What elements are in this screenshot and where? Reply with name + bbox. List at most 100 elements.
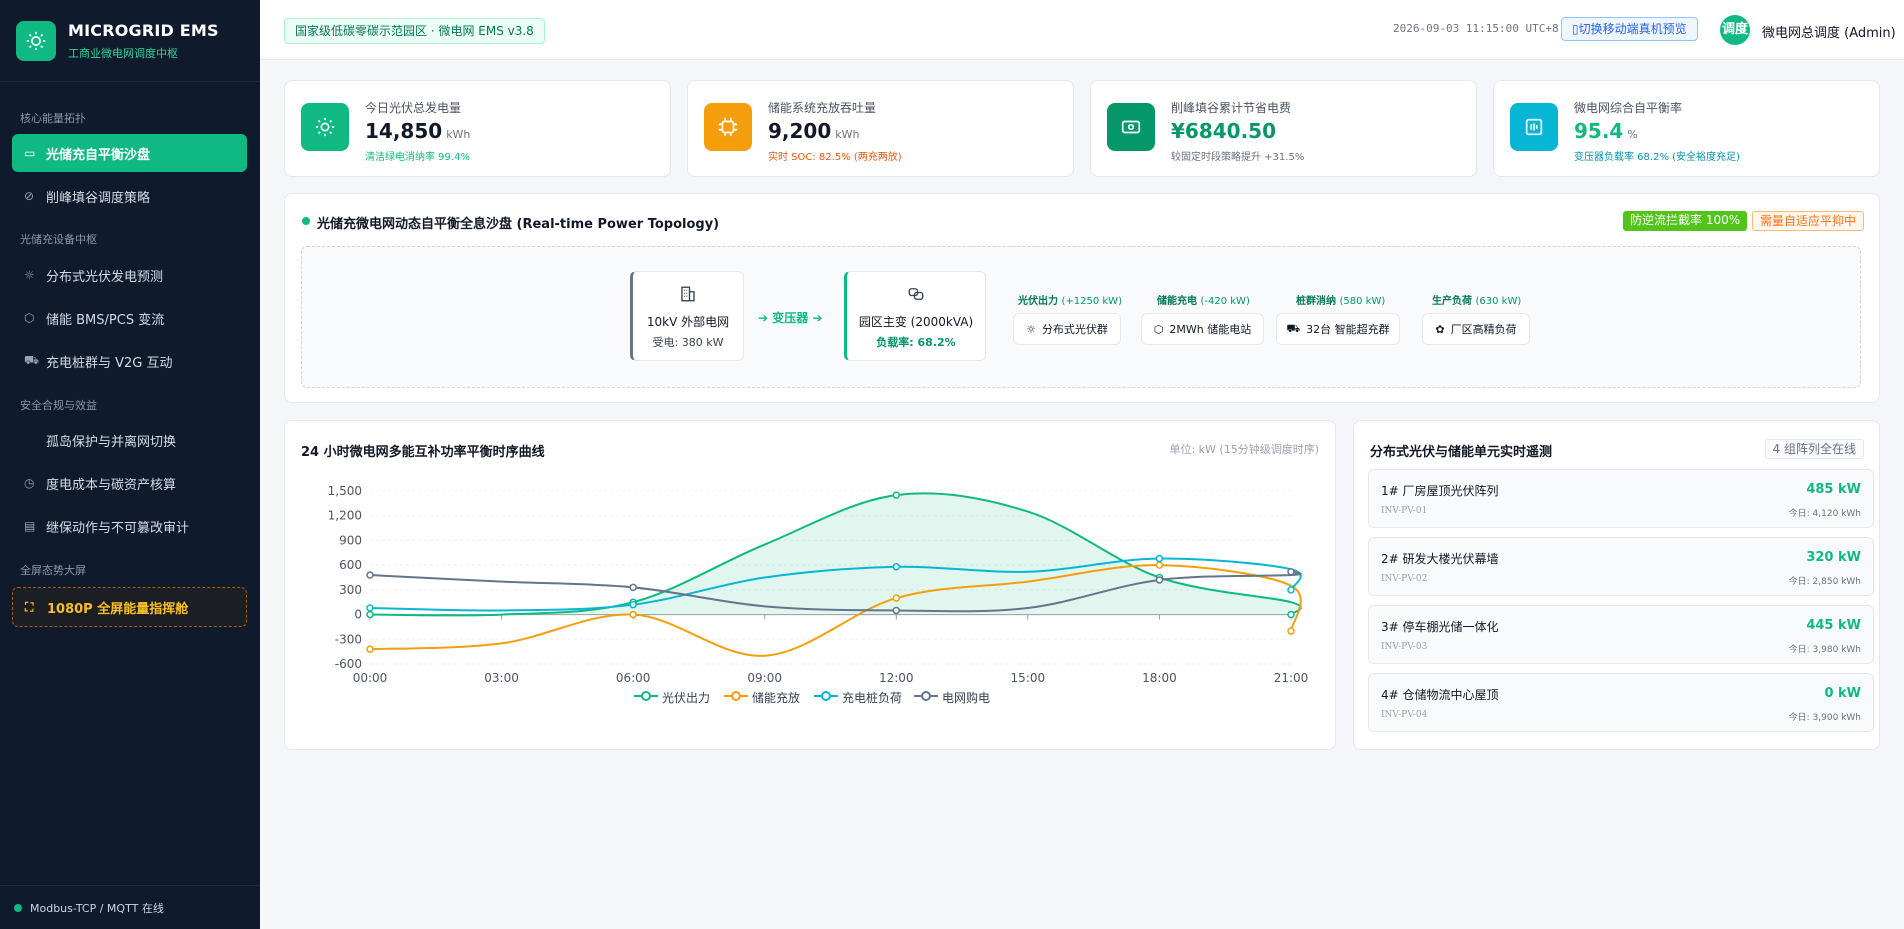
node-title: 10kV 外部电网	[646, 315, 730, 329]
sidebar-item-label: 削峰填谷调度策略	[46, 190, 151, 206]
live-dot-icon	[302, 217, 310, 225]
external-grid-node[interactable]: 10kV 外部电网 受电: 380 kW	[630, 271, 744, 361]
power-balance-chart[interactable]: 1,500 1,200 900 600 300 0 -300 -60000:00 03:00 06…	[285, 476, 1337, 736]
pv-today-energy: 今日: 2,850 kWh	[1788, 577, 1861, 587]
topology-panel: 光储充微电网动态自平衡全息沙盘 (Real-time Power Topolog…	[284, 193, 1880, 403]
link-icon	[847, 285, 985, 307]
chip-icon: ⬡	[24, 311, 35, 325]
pie-icon: ◷	[24, 476, 35, 490]
branch-label-pv: 光伏出力 (+1250 kW)	[1018, 296, 1122, 307]
list-item[interactable]: 4# 仓储物流中心屋顶 INV-PV-04 0 kW 今日: 3,900 kWh	[1368, 673, 1874, 732]
legend-item[interactable]: 光伏出力	[634, 689, 710, 706]
branch-pv-cluster[interactable]: ☼ 分布式光伏群	[1013, 313, 1121, 345]
topology-title: 光储充微电网动态自平衡全息沙盘 (Real-time Power Topolog…	[317, 217, 720, 232]
list-item[interactable]: 3# 停车棚光储一体化 INV-PV-03 445 kW 今日: 3,980 k…	[1368, 605, 1874, 664]
x-tick-label: 09:00	[747, 671, 782, 685]
sun-icon: ☼	[1026, 322, 1036, 336]
branch-factory-load[interactable]: ✿ 厂区高精负荷	[1422, 313, 1530, 345]
kpi-label: 削峰填谷累计节省电费	[1171, 101, 1292, 115]
pv-power: 320 kW	[1806, 550, 1861, 565]
legend-marker-icon	[634, 690, 658, 705]
sidebar-item-island-protection[interactable]: 孤岛保护与并离网切换	[12, 421, 247, 459]
sidebar-item-audit[interactable]: ▤ 继保动作与不可篡改审计	[12, 507, 247, 545]
pv-inverter-id: INV-PV-01	[1381, 506, 1428, 516]
kpi-subtext: 较固定时段策略提升 +31.5%	[1171, 152, 1305, 163]
series-area-0	[370, 493, 1301, 616]
sidebar-item-v2g[interactable]: ⛟ 充电桩群与 V2G 互动	[12, 342, 247, 380]
building-icon	[633, 285, 743, 307]
branch-label-storage: 储能充电 (-420 kW)	[1157, 296, 1250, 307]
branch-charger-cluster[interactable]: ⛟ 32台 智能超充群	[1276, 313, 1400, 345]
branch-storage-station[interactable]: ⬡ 2MWh 储能电站	[1141, 313, 1264, 345]
legend-label: 充电桩负荷	[842, 691, 903, 705]
main-transformer-node[interactable]: 园区主变 (2000kVA) 负载率: 68.2%	[844, 271, 986, 361]
sidebar-item-fullscreen-cockpit[interactable]: ⛶ 1080P 全屏能量指挥舱	[12, 587, 247, 627]
pv-power: 0 kW	[1824, 686, 1861, 701]
data-point	[629, 600, 637, 609]
pv-array-name: 3# 停车棚光储一体化	[1381, 620, 1499, 634]
pv-power: 485 kW	[1806, 482, 1861, 497]
kpi-label: 微电网综合自平衡率	[1574, 101, 1683, 115]
data-point	[892, 563, 901, 571]
kpi-card-storage-throughput: 储能系统充放吞吐量 9,200 kWh 实时 SOC: 82.5% (两充两放)	[687, 80, 1074, 177]
legend-item[interactable]: 电网购电	[914, 689, 990, 706]
anti-backflow-badge: 防逆流拦截率 100%	[1623, 211, 1748, 231]
document-icon: ▤	[24, 519, 36, 533]
pv-today-energy: 今日: 4,120 kWh	[1788, 509, 1861, 519]
kpi-label: 今日光伏总发电量	[365, 101, 462, 115]
sidebar-item-bms-pcs[interactable]: ⬡ 储能 BMS/PCS 变流	[12, 299, 247, 337]
x-tick-label: 21:00	[1274, 671, 1309, 685]
avatar[interactable]: 调度	[1720, 15, 1750, 45]
legend-item[interactable]: 充电桩负荷	[814, 689, 902, 706]
data-point	[1155, 576, 1164, 584]
data-point	[1287, 627, 1295, 635]
x-tick-label: 18:00	[1142, 671, 1177, 685]
system-clock: 2026-09-03 11:15:00 UTC+8	[1393, 22, 1559, 35]
gear-icon: ✿	[1435, 322, 1445, 336]
data-point	[629, 610, 637, 619]
pv-inverter-id: INV-PV-02	[1381, 574, 1428, 584]
y-tick-label: 1,200	[328, 509, 362, 523]
data-point	[892, 594, 901, 602]
sidebar-item-label: 储能 BMS/PCS 变流	[46, 312, 165, 328]
sun-icon	[16, 20, 56, 61]
sidebar-item-balance-sandbox[interactable]: ▭ 光储充自平衡沙盘	[12, 134, 247, 172]
y-tick-label: 300	[339, 583, 362, 597]
sidebar-item-peak-shaving[interactable]: ⊘ 削峰填谷调度策略	[12, 177, 247, 215]
sidebar-item-label: 度电成本与碳资产核算	[46, 477, 177, 493]
legend-marker-icon	[914, 690, 938, 705]
nav-group-screen: 全屏态势大屏	[20, 564, 86, 577]
x-tick-label: 03:00	[484, 671, 519, 685]
status-dot-icon	[14, 903, 22, 912]
kpi-value: 14,850 kWh	[365, 119, 471, 143]
top-header: 国家级低碳零碳示范园区 · 微电网 EMS v3.8 2026-09-03 11…	[260, 0, 1904, 60]
brand-title: MICROGRID EMS	[68, 20, 219, 40]
sidebar: MICROGRID EMS 工商业微电网调度中枢 核心能量拓扑 ▭ 光储充自平衡…	[0, 0, 260, 929]
system-version-tag: 国家级低碳零碳示范园区 · 微电网 EMS v3.8	[284, 18, 545, 44]
data-point	[1155, 554, 1164, 563]
legend-item[interactable]: 储能充放	[724, 689, 800, 706]
list-item[interactable]: 1# 厂房屋顶光伏阵列 INV-PV-01 485 kW 今日: 4,120 k…	[1368, 469, 1874, 528]
node-sub: 负载率: 68.2%	[876, 336, 956, 349]
kpi-value: 9,200 kWh	[768, 119, 860, 143]
mobile-preview-button[interactable]: ▯切换移动端真机预览	[1561, 17, 1698, 41]
kpi-label: 储能系统充放吞吐量	[768, 101, 877, 115]
data-point	[366, 571, 374, 579]
sidebar-item-pv-forecast[interactable]: ☼ 分布式光伏发电预测	[12, 256, 247, 294]
sidebar-item-label: 孤岛保护与并离网切换	[46, 434, 177, 450]
kpi-card-pv-energy: 今日光伏总发电量 14,850 kWh 清洁绿电消纳率 99.4%	[284, 80, 671, 177]
pv-inverter-id: INV-PV-04	[1381, 710, 1428, 720]
sidebar-item-label: 继保动作与不可篡改审计	[46, 520, 190, 536]
kpi-subtext: 清洁绿电消纳率 99.4%	[365, 152, 470, 163]
list-item[interactable]: 2# 研发大楼光伏幕墙 INV-PV-02 320 kW 今日: 2,850 k…	[1368, 537, 1874, 596]
transformer-arrow: ➔ 变压器 ➔	[758, 311, 823, 325]
pv-array-name: 4# 仓储物流中心屋顶	[1381, 688, 1499, 702]
brand: MICROGRID EMS 工商业微电网调度中枢	[0, 0, 260, 82]
user-name[interactable]: 微电网总调度 (Admin)	[1762, 22, 1896, 41]
data-point	[1155, 561, 1164, 569]
y-tick-label: 600	[339, 558, 362, 572]
sidebar-item-cost-carbon[interactable]: ◷ 度电成本与碳资产核算	[12, 464, 247, 502]
pv-array-name: 1# 厂房屋顶光伏阵列	[1381, 484, 1499, 498]
kpi-value: ¥6840.50	[1171, 119, 1277, 143]
kpi-card-cost-savings: 削峰填谷累计节省电费 ¥6840.50 较固定时段策略提升 +31.5%	[1090, 80, 1477, 177]
